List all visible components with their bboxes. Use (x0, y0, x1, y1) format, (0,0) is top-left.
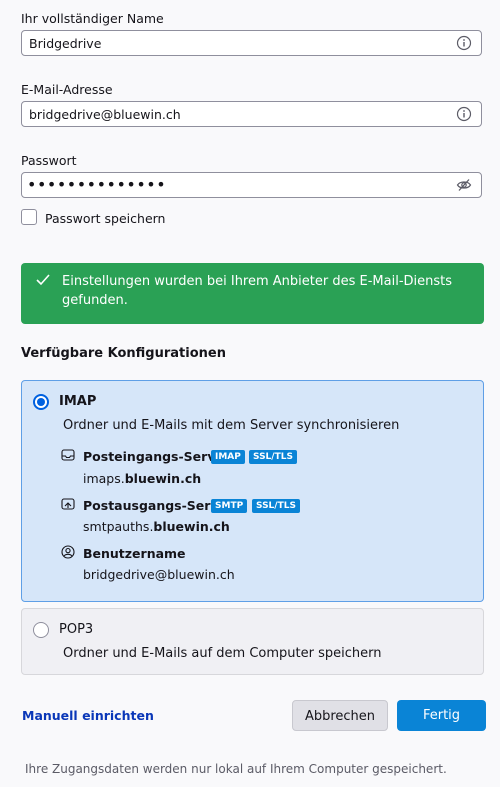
outgoing-protocol-badge: SMTP (211, 499, 248, 513)
incoming-security-badge: SSL/TLS (249, 450, 297, 464)
imap-radio[interactable] (33, 394, 49, 410)
imap-option-card[interactable]: IMAP Ordner und E-Mails mit dem Server s… (21, 380, 484, 602)
password-value: •••••••••••••• (27, 175, 167, 194)
pop3-description: Ordner und E-Mails auf dem Computer spei… (63, 646, 382, 661)
username-value: bridgedrive@bluewin.ch (83, 567, 235, 582)
info-icon[interactable] (456, 35, 472, 51)
outgoing-server-host: smtpauths.bluewin.ch (83, 519, 230, 534)
pop3-option-card[interactable]: POP3 Ordner und E-Mails auf dem Computer… (21, 608, 484, 675)
email-input[interactable]: bridgedrive@bluewin.ch (21, 101, 482, 127)
incoming-server-label: Posteingangs-Server (83, 449, 231, 464)
remember-password-label[interactable]: Passwort speichern (45, 211, 165, 226)
username-label: Benutzername (83, 546, 186, 561)
incoming-server-host: imaps.bluewin.ch (83, 471, 202, 486)
outbox-icon (61, 498, 75, 510)
configs-title: Verfügbare Konfigurationen (21, 346, 226, 361)
privacy-footnote: Ihre Zugangsdaten werden nur lokal auf I… (25, 762, 447, 776)
done-button[interactable]: Fertig (397, 700, 486, 731)
imap-description: Ordner und E-Mails mit dem Server synchr… (63, 418, 400, 433)
checkmark-icon (36, 274, 50, 286)
info-icon[interactable] (456, 106, 472, 122)
pop3-radio[interactable] (33, 622, 49, 638)
success-message: Einstellungen wurden bei Ihrem Anbieter … (62, 274, 453, 308)
incoming-protocol-badge: IMAP (211, 450, 245, 464)
manual-setup-link[interactable]: Manuell einrichten (22, 708, 154, 723)
outgoing-security-badge: SSL/TLS (252, 499, 300, 513)
email-value: bridgedrive@bluewin.ch (29, 107, 181, 122)
inbox-icon (61, 449, 75, 461)
pop3-title: POP3 (59, 622, 94, 637)
name-value: Bridgedrive (29, 36, 102, 51)
email-label: E-Mail-Adresse (21, 82, 113, 97)
user-icon (61, 545, 75, 559)
password-input[interactable]: •••••••••••••• (21, 172, 482, 198)
name-label: Ihr vollständiger Name (21, 11, 164, 26)
success-notification: Einstellungen wurden bei Ihrem Anbieter … (21, 263, 484, 324)
eye-slash-icon[interactable] (456, 177, 472, 193)
cancel-button[interactable]: Abbrechen (292, 700, 388, 731)
name-input[interactable]: Bridgedrive (21, 30, 482, 56)
remember-password-checkbox[interactable] (21, 209, 37, 225)
imap-title: IMAP (59, 394, 97, 409)
password-label: Passwort (21, 153, 77, 168)
